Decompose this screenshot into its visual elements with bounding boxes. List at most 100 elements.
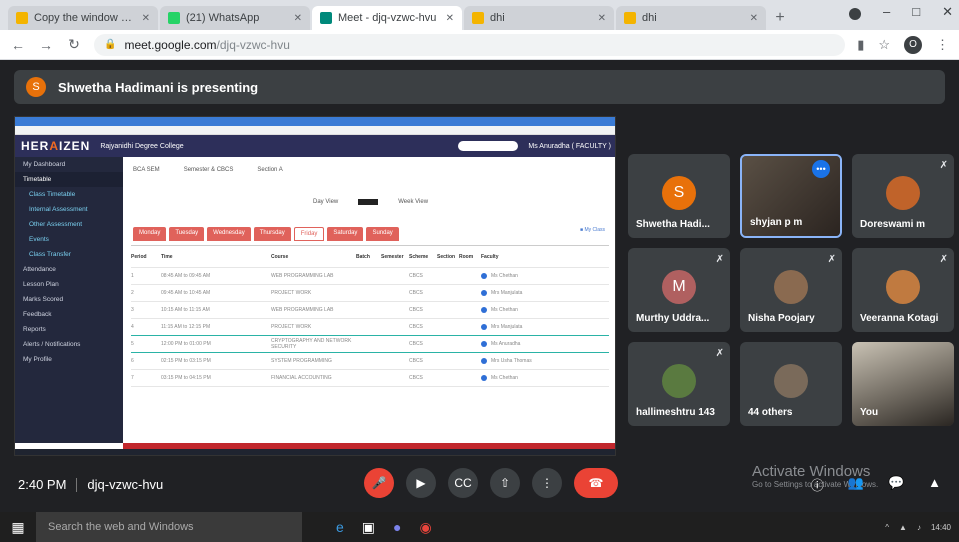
browser-tabbar: Copy the window or scree✕(21) WhatsApp✕M… <box>0 0 959 30</box>
activities-icon[interactable]: ▲ <box>928 475 941 494</box>
column-header: Semester <box>381 253 404 260</box>
day-tab: Saturday <box>327 227 364 241</box>
participant-tile[interactable]: S Shwetha Hadi... <box>628 154 730 238</box>
cell-time: 12:00 PM to 01:00 PM <box>161 341 211 347</box>
clock[interactable]: 14:40 <box>931 523 951 532</box>
cell-scheme: CBCS <box>409 358 423 364</box>
new-tab-button[interactable]: + <box>768 6 792 30</box>
chat-icon[interactable]: 💬 <box>888 475 904 494</box>
window-controls: – □ ✕ <box>883 4 953 20</box>
day-tab: Friday <box>293 227 325 241</box>
cell-course: SYSTEM PROGRAMMING <box>271 358 332 364</box>
shared-sidebar-item: Class Timetable <box>29 191 76 198</box>
mic-off-button[interactable]: 🎤 <box>364 468 394 498</box>
cell-course: CRYPTOGRAPHY AND NETWORK SECURITY <box>271 338 352 350</box>
camera-button[interactable]: ▶ <box>406 468 436 498</box>
cell-scheme: CBCS <box>409 324 423 330</box>
people-icon[interactable]: 👥 <box>848 475 864 494</box>
browser-tab[interactable]: dhi ✕ <box>616 6 766 30</box>
participant-tile[interactable]: ✗ Veeranna Kotagi <box>852 248 954 332</box>
browser-tab[interactable]: Copy the window or scree ✕ <box>8 6 158 30</box>
tab-close-icon[interactable]: ✕ <box>142 13 150 24</box>
tab-close-icon[interactable]: ✕ <box>446 13 454 24</box>
captions-button[interactable]: CC <box>448 468 478 498</box>
day-tab: Tuesday <box>169 227 205 241</box>
url-field[interactable]: 🔒 meet.google.com/djq-vzwc-hvu <box>94 33 846 56</box>
meet-stage: S Shwetha Hadimani is presenting HERAIZE… <box>0 60 959 512</box>
shared-sidebar-item: Marks Scored <box>23 296 64 303</box>
browser-tab[interactable]: dhi ✕ <box>464 6 614 30</box>
participant-tile[interactable]: 44 others <box>740 342 842 426</box>
more-options-button[interactable]: ⋮ <box>532 468 562 498</box>
shared-user-name: Ms Anuradha ( FACULTY ) <box>528 142 611 150</box>
shared-sidebar-item: Feedback <box>23 311 52 318</box>
person-icon <box>481 273 487 279</box>
taskbar-search[interactable]: Search the web and Windows <box>36 512 302 542</box>
store-icon[interactable]: ▣ <box>362 519 375 536</box>
minimize-icon[interactable]: – <box>883 4 890 20</box>
day-tab: Sunday <box>366 227 399 241</box>
shared-sidebar-item: Timetable <box>15 172 123 187</box>
present-button[interactable]: ⇧ <box>490 468 520 498</box>
browser-tab[interactable]: Meet - djq-vzwc-hvu ✕ <box>312 6 462 30</box>
cell-scheme: CBCS <box>409 307 423 313</box>
participant-tile[interactable]: ••• shyjan p m <box>740 154 842 238</box>
muted-mic-icon: ✗ <box>939 254 948 265</box>
shared-sidebar-item: My Profile <box>23 356 52 363</box>
column-header: Time <box>161 253 173 260</box>
menu-kebab-icon[interactable]: ⋮ <box>936 37 949 53</box>
toolbar-right: ▮ ☆ O ⋮ <box>857 35 949 54</box>
cell-scheme: CBCS <box>409 375 423 381</box>
shared-sidebar-item: Attendance <box>23 266 56 273</box>
table-row: 3 10:15 AM to 11:15 AM WEB PROGRAMMING LAB… <box>131 302 609 319</box>
tab-close-icon[interactable]: ✕ <box>598 13 606 24</box>
edge-icon[interactable]: e <box>336 519 344 536</box>
chrome-icon[interactable]: ◉ <box>420 519 432 536</box>
table-row: 7 03:15 PM to 04:15 PM FINANCIAL ACCOUNTIN… <box>131 370 609 387</box>
cell-period: 7 <box>131 375 134 381</box>
participant-tile[interactable]: M ✗ Murthy Uddra... <box>628 248 730 332</box>
column-header: Period <box>131 253 147 260</box>
profile-avatar[interactable]: O <box>904 35 922 54</box>
volume-icon[interactable]: ♪ <box>917 523 921 532</box>
forward-icon[interactable]: → <box>38 37 54 53</box>
person-icon <box>481 341 487 347</box>
meeting-time: 2:40 PM <box>18 477 67 492</box>
back-icon[interactable]: ← <box>10 37 26 53</box>
participant-name: Shwetha Hadi... <box>636 219 710 230</box>
info-icon[interactable]: ⓘ <box>811 475 824 494</box>
tab-close-icon[interactable]: ✕ <box>750 13 758 24</box>
maximize-icon[interactable]: □ <box>912 4 920 20</box>
participant-tile[interactable]: ✗ Nisha Poojary <box>740 248 842 332</box>
tray-up-arrow-icon[interactable]: ^ <box>885 523 889 532</box>
leave-call-button[interactable]: ☎ <box>574 468 618 498</box>
column-header: Room <box>459 253 474 260</box>
reload-icon[interactable]: ↻ <box>66 36 82 53</box>
close-window-icon[interactable]: ✕ <box>942 4 953 20</box>
teams-icon[interactable]: ● <box>393 519 401 536</box>
participant-tile[interactable]: You <box>852 342 954 426</box>
faculty-name: Mrs Manjulata <box>491 324 523 330</box>
day-tabs: Monday Tuesday Wednesday Thursday Friday Satu… <box>133 227 399 241</box>
cell-faculty: Ms Chethan <box>481 273 561 279</box>
windows-start-icon[interactable]: ▦ <box>0 512 36 542</box>
chrome-profile-icon[interactable] <box>849 8 861 20</box>
cell-time: 11:15 AM to 12:15 PM <box>161 324 211 330</box>
more-options-icon[interactable]: ••• <box>812 160 830 178</box>
participant-tile[interactable]: ✗ hallimeshtru 143 <box>628 342 730 426</box>
cell-scheme: CBCS <box>409 290 423 296</box>
cell-period: 1 <box>131 273 134 279</box>
participant-avatar: S <box>662 176 696 210</box>
participant-tile[interactable]: ✗ Doreswami m <box>852 154 954 238</box>
url-host: meet.google.com <box>124 37 217 52</box>
camera-indicator-icon[interactable]: ▮ <box>857 37 864 53</box>
network-icon[interactable]: ▲ <box>899 523 907 532</box>
bookmark-star-icon[interactable]: ☆ <box>878 37 890 53</box>
column-header: Scheme <box>409 253 429 260</box>
tab-close-icon[interactable]: ✕ <box>294 13 302 24</box>
browser-tab[interactable]: (21) WhatsApp ✕ <box>160 6 310 30</box>
shared-sidebar-item: Events <box>29 236 49 243</box>
system-tray: ^ ▲ ♪ 14:40 <box>885 523 959 532</box>
faculty-name: Mrs Manjulata <box>491 290 523 296</box>
meet-controls-bar: 2:40 PM djq-vzwc-hvu 🎤 ▶ CC ⇧ ⋮ ☎ Activa… <box>0 457 959 512</box>
